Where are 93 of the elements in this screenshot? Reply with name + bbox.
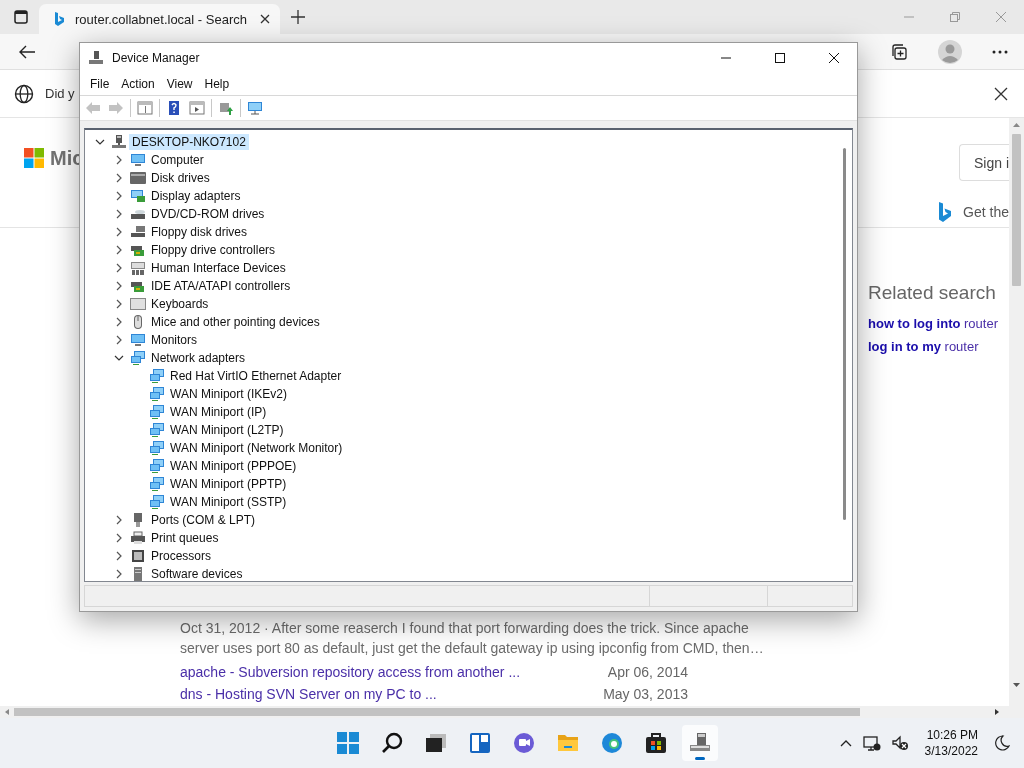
close-tab-icon[interactable] bbox=[260, 14, 270, 24]
network-icon bbox=[862, 734, 881, 752]
tree-item[interactable]: Floppy disk drives bbox=[148, 223, 251, 240]
tree-item[interactable]: DESKTOP-NKO7102 bbox=[129, 133, 249, 150]
network-adapter-icon bbox=[149, 403, 165, 420]
tree-item[interactable]: WAN Miniport (Network Monitor) bbox=[167, 439, 346, 456]
tree-item[interactable]: Mice and other pointing devices bbox=[148, 313, 323, 330]
disk-drive-icon bbox=[130, 169, 146, 186]
store-bag-icon bbox=[644, 731, 668, 755]
result-snippet: Oct 31, 2012 · After some reaserch I found that port forwarding does the trick. Since apache server uses port 80 as default, just get the default gateway ip using ipconfig from CMD, then… bbox=[180, 619, 765, 658]
result-date: May 03, 2013 bbox=[603, 686, 688, 702]
tree-item[interactable]: IDE ATA/ATAPI controllers bbox=[148, 277, 294, 294]
processor-icon bbox=[130, 547, 146, 564]
windows-start-icon bbox=[336, 731, 360, 755]
tree-item[interactable]: Keyboards bbox=[148, 295, 212, 312]
related-search-link[interactable]: how to log into router bbox=[868, 316, 1009, 331]
network-adapter-icon bbox=[149, 421, 165, 438]
related-search-link[interactable]: log in to my router bbox=[868, 339, 1009, 354]
tree-item[interactable]: Computer bbox=[148, 151, 207, 168]
console-icon bbox=[189, 99, 205, 116]
scan-hardware-icon bbox=[247, 99, 263, 116]
tree-item[interactable]: Red Hat VirtIO Ethernet Adapter bbox=[167, 367, 345, 384]
moon-icon bbox=[994, 735, 1010, 751]
display-card-icon bbox=[130, 187, 146, 204]
horizontal-scrollbar[interactable] bbox=[0, 706, 1024, 718]
network-adapter-icon bbox=[149, 457, 165, 474]
result-link[interactable]: apache - Subversion repository access from another ... bbox=[180, 664, 521, 680]
tree-item[interactable]: Processors bbox=[148, 547, 215, 564]
menu-item[interactable]: Help bbox=[198, 73, 236, 95]
tree-view-icon bbox=[137, 99, 153, 116]
network-adapter-icon bbox=[149, 493, 165, 510]
desktop-computer-icon bbox=[111, 133, 127, 150]
tree-item[interactable]: DVD/CD-ROM drives bbox=[148, 205, 268, 222]
widgets-icon bbox=[468, 731, 492, 755]
help-icon bbox=[166, 99, 182, 116]
keyboard-icon bbox=[130, 295, 146, 312]
tree-item[interactable]: WAN Miniport (IKEv2) bbox=[167, 385, 290, 402]
sign-in-button[interactable]: Sign i bbox=[958, 144, 1009, 181]
menu-item[interactable]: File bbox=[84, 73, 116, 95]
close-icon[interactable] bbox=[994, 86, 1008, 101]
forward-arrow-icon bbox=[108, 99, 124, 116]
collections-icon[interactable] bbox=[890, 42, 908, 61]
tree-item[interactable]: Monitors bbox=[148, 331, 200, 348]
tab-actions-icon[interactable] bbox=[14, 10, 28, 24]
profile-avatar-icon[interactable] bbox=[938, 39, 962, 64]
tree-item[interactable]: WAN Miniport (L2TP) bbox=[167, 421, 287, 438]
network-adapter-icon bbox=[149, 367, 165, 384]
window-title: Device Manager bbox=[112, 51, 201, 65]
bing-logo-icon bbox=[53, 11, 65, 27]
promo-text: Get the bbox=[963, 204, 1009, 220]
search-icon bbox=[380, 731, 404, 755]
clock-time: 10:26 PM bbox=[926, 727, 978, 743]
tree-item[interactable]: WAN Miniport (PPPOE) bbox=[167, 457, 300, 474]
network-adapter-icon bbox=[149, 385, 165, 402]
menu-item[interactable]: Action bbox=[115, 73, 161, 95]
task-view-icon bbox=[424, 731, 448, 755]
tree-item[interactable]: WAN Miniport (PPTP) bbox=[167, 475, 290, 492]
tree-item[interactable]: WAN Miniport (SSTP) bbox=[167, 493, 290, 510]
tree-item[interactable]: Display adapters bbox=[148, 187, 244, 204]
network-adapter-icon bbox=[149, 439, 165, 456]
info-bar-text: Did y bbox=[45, 86, 75, 101]
monitor-icon bbox=[130, 331, 146, 348]
tree-item[interactable]: Ports (COM & LPT) bbox=[148, 511, 258, 528]
tree-item[interactable]: Human Interface Devices bbox=[148, 259, 289, 276]
printer-icon bbox=[130, 529, 146, 546]
tree-item[interactable]: Floppy drive controllers bbox=[148, 241, 279, 258]
volume-muted-icon bbox=[890, 734, 909, 752]
chat-icon bbox=[512, 731, 536, 755]
clock-date: 3/13/2022 bbox=[924, 743, 978, 759]
browser-tab[interactable]: router.collabnet.local - Search bbox=[39, 4, 280, 34]
device-manager-icon bbox=[88, 50, 104, 66]
vertical-scrollbar[interactable] bbox=[1009, 118, 1024, 706]
result-date: Apr 06, 2014 bbox=[607, 664, 688, 680]
tree-item[interactable]: WAN Miniport (IP) bbox=[167, 403, 270, 420]
edge-browser-icon bbox=[600, 731, 624, 755]
menu-item[interactable]: View bbox=[160, 73, 199, 95]
tree-item[interactable]: Network adapters bbox=[148, 349, 249, 366]
network-adapter-icon bbox=[149, 475, 165, 492]
bing-logo-icon bbox=[937, 201, 954, 223]
keyboard-device-icon bbox=[130, 259, 146, 276]
more-options-icon[interactable] bbox=[992, 49, 1008, 54]
tree-item[interactable]: Software devices bbox=[148, 565, 246, 582]
new-tab-icon[interactable] bbox=[290, 9, 306, 25]
monitor-icon bbox=[130, 151, 146, 168]
tree-item[interactable]: Disk drives bbox=[148, 169, 213, 186]
result-link[interactable]: dns - Hosting SVN Server on my PC to ... bbox=[180, 686, 437, 702]
network-adapter-icon bbox=[130, 349, 146, 366]
four-squares-logo-icon bbox=[24, 148, 44, 168]
floppy-drive-icon bbox=[130, 223, 146, 240]
related-searches-heading: Related search bbox=[868, 282, 997, 304]
globe-icon bbox=[14, 83, 34, 104]
back-icon[interactable] bbox=[18, 43, 36, 60]
tree-item[interactable]: Print queues bbox=[148, 529, 222, 546]
